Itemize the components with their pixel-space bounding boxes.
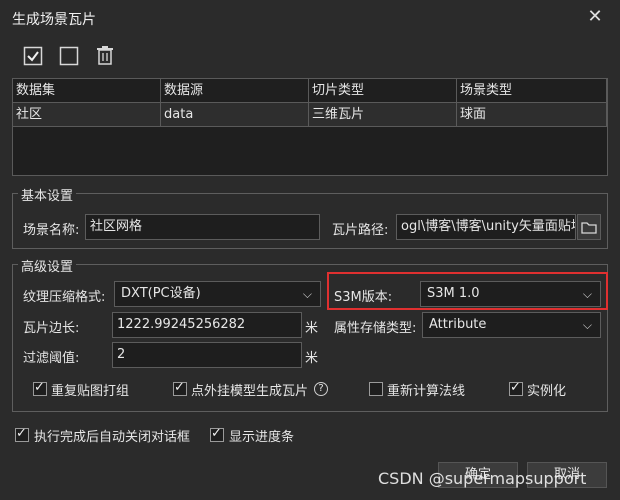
filter-threshold-input[interactable]: 2 <box>112 342 302 368</box>
texture-format-select[interactable]: DXT(PC设备) ⌵ <box>114 281 321 307</box>
auto-close-label[interactable]: 执行完成后自动关闭对话框 <box>34 426 190 445</box>
watermark: CSDN @supermapsupport <box>378 469 587 488</box>
s3m-version-select[interactable]: S3M 1.0 ⌵ <box>420 281 601 307</box>
point-model-checkbox[interactable] <box>173 380 187 396</box>
chevron-down-icon: ⌵ <box>582 318 592 332</box>
table-cell-dataset[interactable]: 社区 <box>13 103 161 127</box>
tile-side-label: 瓦片边长: <box>23 321 80 336</box>
chevron-down-icon: ⌵ <box>302 287 312 301</box>
table-cell-tile-type[interactable]: 三维瓦片 <box>309 103 457 127</box>
browse-folder-button[interactable] <box>577 214 601 240</box>
table-cell-scene-type[interactable]: 球面 <box>457 103 607 127</box>
help-icon[interactable]: ? <box>314 382 328 396</box>
tile-path-input[interactable]: ogl\博客\博客\unity矢量面贴地 <box>396 214 576 240</box>
show-progress-label[interactable]: 显示进度条 <box>229 426 294 445</box>
filter-threshold-unit: 米 <box>305 351 319 366</box>
attr-storage-label: 属性存储类型: <box>334 321 417 336</box>
tile-side-unit: 米 <box>305 321 319 336</box>
delete-button[interactable] <box>95 45 115 65</box>
s3m-version-value: S3M 1.0 <box>427 286 480 301</box>
recalc-normals-checkbox[interactable] <box>369 382 383 396</box>
folder-icon <box>581 222 597 234</box>
instancing-label[interactable]: 实例化 <box>527 380 566 399</box>
grid-header-datasource[interactable]: 数据源 <box>161 79 309 103</box>
auto-close-checkbox[interactable] <box>15 426 29 442</box>
recalc-normals-label[interactable]: 重新计算法线 <box>387 380 465 399</box>
grid-header-scene-type[interactable]: 场景类型 <box>457 79 607 103</box>
tile-path-label: 瓦片路径: <box>332 223 389 238</box>
grid-header-tile-type[interactable]: 切片类型 <box>309 79 457 103</box>
dataset-grid[interactable]: 数据集 数据源 切片类型 场景类型 社区 data 三维瓦片 球面 <box>12 78 608 176</box>
instancing-checkbox[interactable] <box>509 380 523 396</box>
advanced-settings-legend: 高级设置 <box>18 256 77 275</box>
texture-format-value: DXT(PC设备) <box>121 286 201 301</box>
s3m-version-label: S3M版本: <box>334 290 393 305</box>
select-all-button[interactable] <box>23 46 43 66</box>
point-model-label[interactable]: 点外挂模型生成瓦片 <box>191 380 308 399</box>
attr-storage-value: Attribute <box>429 317 487 332</box>
repeat-texture-label[interactable]: 重复贴图打组 <box>51 380 129 399</box>
texture-format-label: 纹理压缩格式: <box>23 290 106 305</box>
close-icon[interactable]: ✕ <box>584 6 606 28</box>
dialog-title: 生成场景瓦片 <box>12 12 96 28</box>
repeat-texture-checkbox[interactable] <box>33 380 47 396</box>
show-progress-checkbox[interactable] <box>210 426 224 442</box>
table-cell-datasource[interactable]: data <box>161 103 309 127</box>
invert-select-button[interactable] <box>59 46 79 66</box>
tile-side-input[interactable]: 1222.99245256282 <box>112 312 302 338</box>
basic-settings-legend: 基本设置 <box>18 185 77 204</box>
attr-storage-select[interactable]: Attribute ⌵ <box>422 312 601 338</box>
scene-name-input[interactable]: 社区网格 <box>85 214 320 240</box>
grid-header-dataset[interactable]: 数据集 <box>13 79 161 103</box>
filter-threshold-label: 过滤阈值: <box>23 351 80 366</box>
scene-name-label: 场景名称: <box>23 223 80 238</box>
chevron-down-icon: ⌵ <box>582 287 592 301</box>
